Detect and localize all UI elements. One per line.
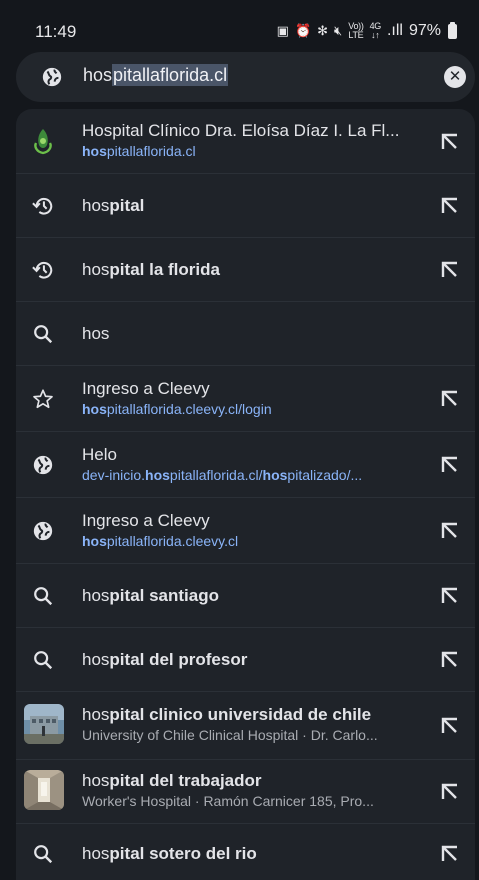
history-icon [29, 192, 57, 220]
place-thumbnail [24, 704, 64, 744]
signal-icon: .ıll [386, 22, 403, 39]
suggestion-row[interactable]: Ingreso a Cleevy hospitallaflorida.cleev… [16, 366, 475, 432]
search-selection: pitallaflorida.cl [112, 64, 229, 86]
suggestion-url: dev-inicio.hospitallaflorida.cl/hospital… [82, 467, 363, 483]
fill-arrow-icon[interactable] [439, 131, 461, 153]
fill-arrow-icon[interactable] [439, 259, 461, 281]
globe-icon [29, 517, 57, 545]
suggestion-description: University of Chile Clinical Hospital · … [82, 727, 378, 743]
battery-level: 97% [408, 22, 441, 39]
suggestion-row[interactable]: hospital clinico universidad de chile Un… [16, 692, 475, 760]
globe-icon [42, 67, 62, 87]
suggestion-title: Helo [82, 445, 117, 464]
network-type-indicator: 4G ↓↑ [369, 21, 382, 40]
fill-arrow-icon[interactable] [439, 195, 461, 217]
fill-arrow-icon[interactable] [439, 781, 461, 803]
battery-icon [448, 21, 457, 39]
notification-icon: ▣ [276, 23, 289, 38]
fill-arrow-icon[interactable] [439, 585, 461, 607]
search-icon [29, 320, 57, 348]
suggestion-row[interactable]: hospital [16, 174, 475, 238]
search-icon [29, 582, 57, 610]
suggestion-title: Ingreso a Cleevy [82, 511, 210, 530]
suggestion-url: hospitallaflorida.cleevy.cl/login [82, 401, 272, 417]
status-time: 11:49 [35, 22, 77, 41]
suggestion-row[interactable]: Helo dev-inicio.hospitallaflorida.cl/hos… [16, 432, 475, 498]
hospital-favicon [29, 127, 57, 155]
suggestion-row[interactable]: hospital santiago [16, 564, 475, 628]
fill-arrow-icon[interactable] [439, 454, 461, 476]
suggestion-list: Hospital Clínico Dra. Eloísa Díaz I. La … [16, 109, 475, 880]
globe-icon [29, 451, 57, 479]
fill-arrow-icon[interactable] [439, 715, 461, 737]
fill-arrow-icon[interactable] [439, 843, 461, 865]
search-input[interactable]: hospitallaflorida.cl [83, 64, 229, 86]
suggestion-title: hospital sotero del rio [82, 844, 257, 863]
star-icon [29, 385, 57, 413]
place-thumbnail [24, 770, 64, 810]
suggestion-title: Hospital Clínico Dra. Eloísa Díaz I. La … [82, 121, 400, 140]
suggestion-title: hospital la florida [82, 260, 220, 279]
omnibox[interactable]: hospitallaflorida.cl ✕ [16, 52, 475, 102]
suggestion-row[interactable]: Hospital Clínico Dra. Eloísa Díaz I. La … [16, 109, 475, 174]
suggestion-title: hospital del profesor [82, 650, 248, 669]
volte-indicator: Vo)) LTE [348, 21, 364, 40]
fill-arrow-icon[interactable] [439, 388, 461, 410]
suggestion-row[interactable]: hospital sotero del rio [16, 824, 475, 880]
fill-arrow-icon[interactable] [439, 520, 461, 542]
suggestion-title: hospital clinico universidad de chile [82, 705, 372, 724]
suggestion-title: hos [82, 324, 110, 343]
suggestion-row[interactable]: hospital del trabajador Worker's Hospita… [16, 760, 475, 824]
suggestion-title: Ingreso a Cleevy [82, 379, 210, 398]
suggestion-row[interactable]: Ingreso a Cleevy hospitallaflorida.cleev… [16, 498, 475, 564]
suggestion-url: hospitallaflorida.cl [82, 143, 196, 159]
search-icon [29, 840, 57, 868]
suggestion-row[interactable]: hospital del profesor [16, 628, 475, 692]
search-icon [29, 646, 57, 674]
suggestion-row[interactable]: hospital la florida [16, 238, 475, 302]
suggestion-description: Worker's Hospital · Ramón Carnicer 185, … [82, 793, 374, 809]
status-icons: ▣ ⏰ ✻ 🔇︎ Vo)) LTE 4G ↓↑ .ıll 97% [276, 21, 457, 40]
suggestion-row[interactable]: hos [16, 302, 475, 366]
suggestion-title: hospital [82, 196, 145, 215]
fill-arrow-icon[interactable] [439, 649, 461, 671]
mute-icon: 🔇︎ [334, 23, 343, 38]
suggestion-title: hospital santiago [82, 586, 219, 605]
clear-icon[interactable]: ✕ [444, 66, 466, 88]
suggestion-title: hospital del trabajador [82, 771, 262, 790]
alarm-icon: ⏰ [294, 23, 312, 38]
suggestion-url: hospitallaflorida.cleevy.cl [82, 533, 239, 549]
history-icon [29, 256, 57, 284]
bluetooth-icon: ✻ [317, 23, 329, 38]
